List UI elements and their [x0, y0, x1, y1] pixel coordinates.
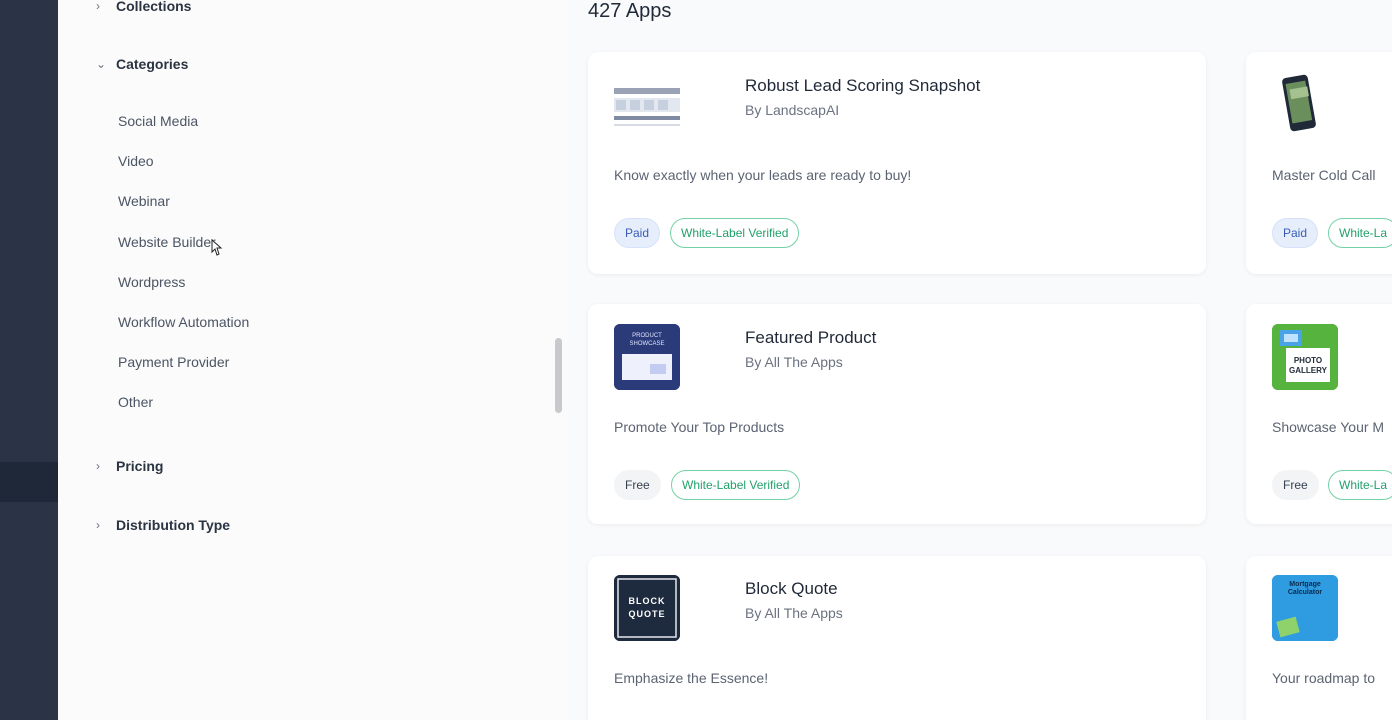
price-badge: Free	[614, 470, 661, 500]
app-thumbnail: PRODUCT SHOWCASE	[614, 324, 680, 390]
pricing-label: Pricing	[116, 458, 164, 474]
price-badge: Free	[1272, 470, 1319, 500]
pricing-toggle[interactable]: › Pricing	[96, 458, 163, 474]
thumb-label: PRODUCT SHOWCASE	[629, 333, 665, 347]
app-description: Your roadmap to	[1272, 670, 1375, 686]
app-author: By All The Apps	[745, 354, 843, 370]
app-card[interactable]: PRODUCT SHOWCASE Featured Product By All…	[588, 304, 1206, 524]
thumb-label: Mortgage Calculator	[1287, 581, 1323, 596]
app-description: Master Cold Call	[1272, 167, 1376, 183]
app-card[interactable]: Master Cold Call Paid White-La	[1246, 52, 1392, 274]
results-count: 427 Apps	[588, 0, 672, 22]
app-description: Emphasize the Essence!	[614, 670, 769, 686]
app-card[interactable]: Mortgage Calculator Your roadmap to	[1246, 556, 1392, 720]
app-author: By All The Apps	[745, 605, 843, 621]
rail-active-item[interactable]	[0, 462, 58, 502]
app-title[interactable]: Block Quote	[745, 579, 838, 599]
chevron-right-icon: ›	[96, 518, 100, 532]
app-sidebar-rail	[0, 0, 58, 720]
app-thumbnail: Mortgage Calculator	[1272, 575, 1338, 641]
mouse-pointer-icon	[211, 238, 223, 256]
price-badge: Paid	[614, 218, 661, 248]
app-title[interactable]: Robust Lead Scoring Snapshot	[745, 76, 980, 96]
app-card[interactable]: BLOCK QUOTE Block Quote By All The Apps …	[588, 556, 1206, 720]
app-thumbnail	[1272, 74, 1338, 140]
app-thumbnail: BLOCK QUOTE	[614, 575, 680, 641]
distribution-label: Distribution Type	[116, 517, 231, 533]
price-badge: Paid	[1272, 218, 1319, 248]
filter-scrollbar[interactable]	[555, 338, 562, 413]
white-label-badge: White-Label Verified	[671, 470, 801, 500]
category-item[interactable]: Social Media	[118, 112, 249, 152]
app-description: Know exactly when your leads are ready t…	[614, 167, 912, 183]
app-title[interactable]: Featured Product	[745, 328, 876, 348]
category-item[interactable]: Workflow Automation	[118, 313, 249, 353]
chevron-right-icon: ›	[96, 459, 100, 473]
categories-label: Categories	[116, 56, 189, 72]
category-item[interactable]: Video	[118, 152, 249, 192]
categories-toggle[interactable]: ⌄ Categories	[96, 56, 188, 72]
distribution-toggle[interactable]: › Distribution Type	[96, 517, 230, 533]
category-item[interactable]: Other	[118, 393, 249, 433]
category-item[interactable]: Website Builder	[118, 233, 249, 273]
app-thumbnail	[614, 78, 680, 144]
app-description: Promote Your Top Products	[614, 419, 785, 435]
app-card[interactable]: Robust Lead Scoring Snapshot By Landscap…	[588, 52, 1206, 274]
app-thumbnail: PHOTO GALLERY	[1272, 324, 1338, 390]
thumb-label: PHOTO GALLERY	[1289, 356, 1327, 375]
category-item[interactable]: Payment Provider	[118, 353, 249, 393]
white-label-badge: White-La	[1328, 470, 1392, 500]
collections-label: Collections	[116, 0, 192, 14]
white-label-badge: White-La	[1328, 218, 1392, 248]
app-description: Showcase Your M	[1272, 419, 1385, 435]
chevron-down-icon: ⌄	[96, 57, 107, 71]
category-item[interactable]: Wordpress	[118, 273, 249, 313]
thumb-label: BLOCK QUOTE	[628, 596, 666, 619]
category-list: Social Media Video Webinar Website Build…	[118, 112, 249, 434]
chevron-right-icon: ›	[96, 0, 100, 13]
collections-toggle[interactable]: › Collections	[96, 0, 191, 14]
white-label-badge: White-Label Verified	[670, 218, 800, 248]
app-card[interactable]: PHOTO GALLERY Showcase Your M Free White…	[1246, 304, 1392, 524]
category-item[interactable]: Webinar	[118, 192, 249, 232]
app-author: By LandscapAI	[745, 102, 840, 118]
